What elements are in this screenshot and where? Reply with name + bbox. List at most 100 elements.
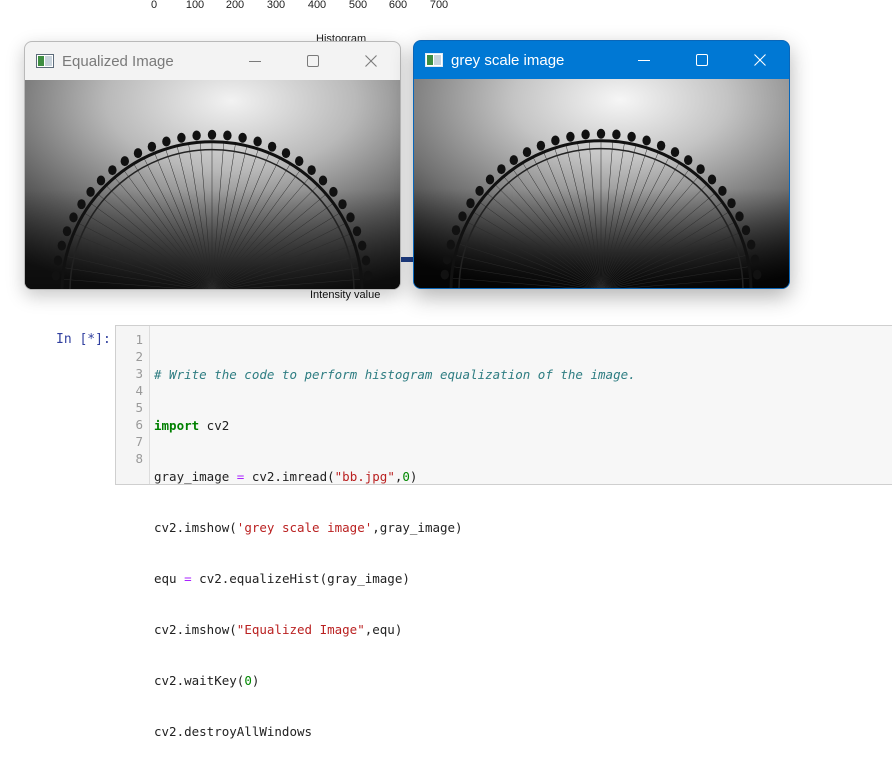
capsule bbox=[696, 164, 705, 175]
capsule bbox=[358, 240, 367, 251]
capsule bbox=[361, 255, 371, 266]
capsule bbox=[51, 270, 60, 281]
code-line: import cv2 bbox=[154, 418, 230, 433]
line-number: 6 bbox=[135, 417, 143, 432]
grey-scale-image-window[interactable]: grey scale image bbox=[413, 40, 790, 289]
capsule bbox=[281, 148, 291, 159]
capsule bbox=[536, 140, 546, 151]
code-editor[interactable]: # Write the code to perform histogram eq… bbox=[154, 332, 636, 774]
ferris-wheel-image bbox=[414, 79, 789, 288]
capsule bbox=[747, 239, 756, 250]
capsule bbox=[223, 130, 232, 141]
line-number: 7 bbox=[135, 434, 143, 449]
minimize-icon bbox=[249, 61, 261, 62]
window-title: Equalized Image bbox=[62, 52, 174, 70]
maximize-icon bbox=[307, 55, 319, 67]
line-number-gutter: 1 2 3 4 5 6 7 8 bbox=[116, 326, 150, 484]
capsule bbox=[753, 269, 762, 280]
capsule bbox=[485, 174, 495, 185]
close-button[interactable] bbox=[731, 41, 789, 79]
equalized-image-window[interactable]: Equalized Image bbox=[24, 41, 401, 290]
capsule bbox=[627, 131, 636, 142]
maximize-icon bbox=[696, 54, 708, 66]
code-line: equ = cv2.equalizeHist(gray_image) bbox=[154, 571, 410, 586]
capsule bbox=[451, 225, 461, 236]
capsule bbox=[446, 239, 455, 250]
capsule bbox=[352, 226, 362, 237]
capsule bbox=[707, 174, 717, 185]
capsule bbox=[750, 254, 760, 265]
capsule bbox=[238, 132, 247, 143]
capsule bbox=[581, 129, 590, 140]
equalized-image bbox=[25, 80, 400, 289]
capsule bbox=[120, 156, 129, 167]
capsule bbox=[346, 212, 355, 223]
capsule bbox=[735, 211, 744, 222]
capsule bbox=[77, 199, 86, 210]
minimize-icon bbox=[638, 60, 650, 61]
capsule bbox=[497, 164, 506, 175]
window-titlebar[interactable]: grey scale image bbox=[414, 41, 789, 79]
tick-label: 600 bbox=[388, 0, 408, 11]
capsule bbox=[522, 147, 532, 158]
capsule bbox=[596, 128, 606, 139]
capsule bbox=[364, 270, 373, 281]
capsule bbox=[192, 130, 201, 141]
capsule bbox=[57, 240, 66, 251]
app-icon bbox=[36, 54, 54, 68]
capsule bbox=[338, 199, 347, 210]
capsule bbox=[458, 211, 467, 222]
tick-label: 100 bbox=[185, 0, 205, 11]
capsule bbox=[162, 136, 171, 147]
code-line: cv2.destroyAllWindows bbox=[154, 724, 313, 739]
capsule bbox=[318, 175, 328, 186]
code-line: cv2.imshow('grey scale image',gray_image… bbox=[154, 520, 463, 535]
capsule bbox=[656, 140, 666, 151]
capsule bbox=[133, 148, 143, 159]
capsule bbox=[509, 155, 518, 166]
capsule bbox=[670, 147, 680, 158]
close-icon bbox=[754, 54, 766, 66]
capsule bbox=[612, 129, 621, 140]
capsule bbox=[718, 185, 727, 196]
histogram-x-ticks: 0 100 200 300 400 500 600 700 bbox=[0, 0, 892, 14]
code-line: cv2.waitKey(0) bbox=[154, 673, 260, 688]
window-titlebar[interactable]: Equalized Image bbox=[25, 42, 400, 80]
app-icon bbox=[425, 53, 443, 67]
tick-label: 400 bbox=[307, 0, 327, 11]
capsule bbox=[642, 135, 651, 146]
capsule bbox=[177, 132, 186, 143]
capsule bbox=[295, 156, 304, 167]
code-cell[interactable]: 1 2 3 4 5 6 7 8 # Write the code to perf… bbox=[115, 325, 892, 739]
cell-prompt: In [*]: bbox=[56, 332, 111, 347]
maximize-button[interactable] bbox=[673, 41, 731, 79]
histogram-xlabel: Intensity value bbox=[310, 289, 381, 301]
line-number: 1 bbox=[135, 332, 143, 347]
line-number: 2 bbox=[135, 349, 143, 364]
capsule bbox=[96, 175, 106, 186]
capsule bbox=[741, 225, 751, 236]
capsule bbox=[466, 198, 475, 209]
minimize-button[interactable] bbox=[226, 42, 284, 80]
capsule bbox=[440, 269, 449, 280]
capsule bbox=[62, 226, 72, 237]
code-line: gray_image = cv2.imread("bb.jpg",0) bbox=[154, 469, 418, 484]
close-icon bbox=[365, 55, 377, 67]
capsule bbox=[86, 186, 95, 197]
maximize-button[interactable] bbox=[284, 42, 342, 80]
capsule bbox=[442, 254, 452, 265]
tick-label: 200 bbox=[225, 0, 245, 11]
capsule bbox=[253, 136, 262, 147]
capsule bbox=[475, 185, 484, 196]
capsule bbox=[108, 165, 117, 176]
line-number: 3 bbox=[135, 366, 143, 381]
close-button[interactable] bbox=[342, 42, 400, 80]
tick-label: 300 bbox=[266, 0, 286, 11]
capsule bbox=[551, 135, 560, 146]
line-number: 4 bbox=[135, 383, 143, 398]
minimize-button[interactable] bbox=[615, 41, 673, 79]
capsule bbox=[53, 255, 63, 266]
tick-label: 0 bbox=[150, 0, 158, 11]
tick-label: 500 bbox=[348, 0, 368, 11]
window-title: grey scale image bbox=[451, 51, 565, 69]
